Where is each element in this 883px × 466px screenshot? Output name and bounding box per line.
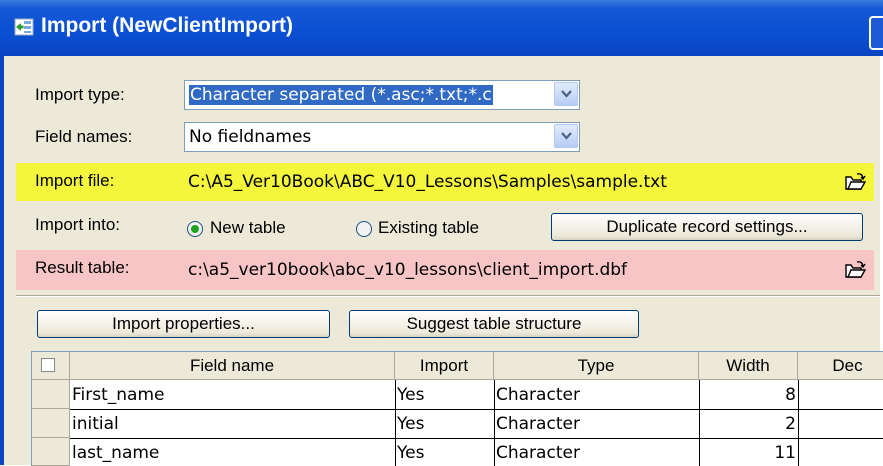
cell-import[interactable]: Yes (397, 385, 424, 405)
result-table-label: Result table: (35, 258, 130, 277)
chevron-down-icon (561, 90, 572, 98)
window-border (0, 56, 4, 465)
cell-width[interactable]: 2 (699, 414, 796, 434)
cell-type[interactable]: Character (496, 443, 580, 463)
row-selector[interactable] (32, 409, 70, 438)
row-selector[interactable] (32, 380, 70, 409)
field-structure-grid[interactable]: Field name Import Type Width Dec First_n… (31, 351, 883, 466)
cell-field-name[interactable]: First_name (72, 385, 165, 405)
cell-type[interactable]: Character (496, 385, 580, 405)
field-names-select[interactable]: No fieldnames (184, 122, 580, 152)
grid-line (395, 380, 396, 466)
select-all-box[interactable] (41, 358, 55, 372)
column-header-import[interactable]: Import (395, 352, 494, 380)
result-table-field[interactable]: c:\a5_ver10book\abc_v10_lessons\client_i… (182, 255, 872, 285)
result-table-path: c:\a5_ver10book\abc_v10_lessons\client_i… (188, 260, 628, 280)
open-folder-icon[interactable] (844, 172, 866, 192)
cell-field-name[interactable]: last_name (72, 443, 159, 463)
cell-type[interactable]: Character (496, 414, 580, 434)
window-title: Import (NewClientImport) (41, 14, 293, 37)
import-file-label: Import file: (35, 171, 115, 190)
grid-line (70, 409, 883, 410)
grid-line (70, 438, 883, 439)
import-file-field[interactable]: C:\A5_Ver10Book\ABC_V10_Lessons\Samples\… (182, 167, 872, 197)
radio-existing-table[interactable] (356, 221, 372, 237)
import-type-value: Character separated (*.asc;*.txt;*.c (189, 85, 493, 105)
cell-import[interactable]: Yes (397, 443, 424, 463)
duplicate-record-settings-button[interactable]: Duplicate record settings... (551, 213, 863, 241)
column-header-type[interactable]: Type (494, 352, 699, 380)
cell-import[interactable]: Yes (397, 414, 424, 434)
grid-line (494, 380, 495, 466)
radio-selected-dot (191, 225, 199, 233)
import-icon (14, 18, 34, 36)
chevron-down-icon (561, 132, 572, 140)
import-type-label: Import type: (35, 85, 125, 104)
title-bar[interactable]: Import (NewClientImport) (0, 0, 883, 56)
cell-width[interactable]: 8 (699, 385, 796, 405)
grid-line (798, 380, 799, 466)
import-properties-button[interactable]: Import properties... (37, 310, 330, 338)
suggest-table-structure-button[interactable]: Suggest table structure (349, 310, 639, 338)
field-names-dropdown-button[interactable] (554, 124, 578, 148)
import-type-select[interactable]: Character separated (*.asc;*.txt;*.c (184, 80, 580, 110)
grid-corner[interactable] (32, 352, 70, 380)
import-file-path: C:\A5_Ver10Book\ABC_V10_Lessons\Samples\… (188, 172, 667, 192)
radio-new-table[interactable] (187, 221, 203, 237)
row-selector[interactable] (32, 438, 70, 466)
import-type-dropdown-button[interactable] (554, 82, 578, 106)
column-header-field-name[interactable]: Field name (70, 352, 395, 380)
column-header-dec[interactable]: Dec (798, 352, 883, 380)
radio-new-table-label[interactable]: New table (210, 218, 286, 238)
window-control-button[interactable] (869, 16, 883, 50)
field-names-label: Field names: (35, 127, 133, 146)
section-divider (16, 295, 880, 297)
import-into-label: Import into: (35, 215, 121, 234)
field-names-value: No fieldnames (189, 127, 312, 147)
import-dialog: Import (NewClientImport) Import type: Ch… (0, 0, 883, 466)
radio-existing-table-label[interactable]: Existing table (378, 218, 479, 238)
cell-width[interactable]: 11 (699, 443, 796, 463)
cell-field-name[interactable]: initial (72, 414, 119, 434)
column-header-width[interactable]: Width (699, 352, 798, 380)
open-folder-icon[interactable] (844, 260, 866, 280)
